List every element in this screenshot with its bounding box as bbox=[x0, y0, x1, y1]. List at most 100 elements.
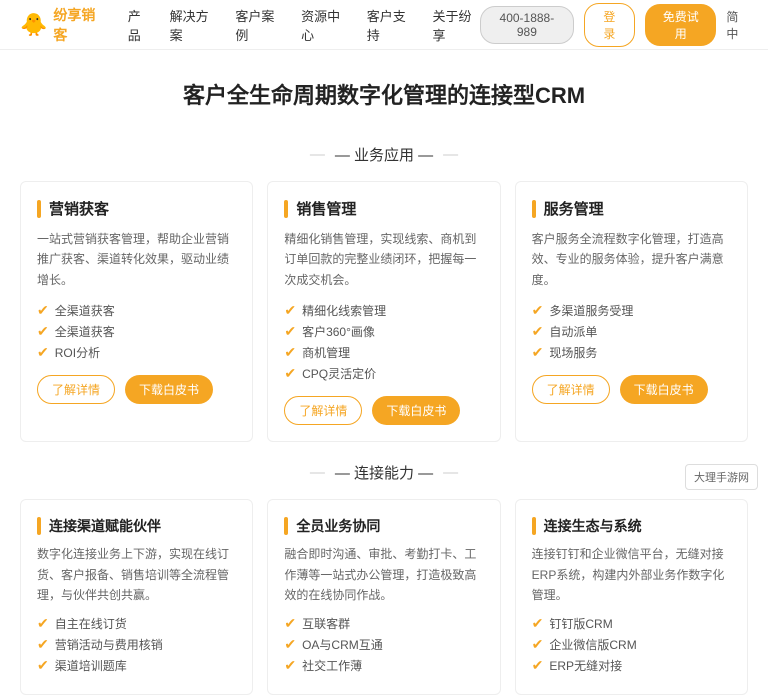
trial-button[interactable]: 免费试用 bbox=[645, 4, 716, 46]
card-marketing-header: 营销获客 bbox=[37, 198, 236, 219]
feature-dot-icon: ✔ bbox=[37, 615, 49, 632]
feature-dot-icon: ✔ bbox=[532, 344, 544, 361]
card-service: 服务管理 客户服务全流程数字化管理，打造高效、专业的服务体验，提升客户满意度。 … bbox=[515, 181, 748, 442]
card-icon-bar bbox=[37, 200, 41, 218]
card-marketing-title: 营销获客 bbox=[49, 198, 109, 219]
nav-links: 产品 解决方案 客户案例 资源中心 客户支持 关于纷享 bbox=[128, 6, 480, 44]
feature-item: ✔精细化线索管理 bbox=[284, 302, 483, 319]
feature-dot-icon: ✔ bbox=[284, 615, 296, 632]
bottom-card-channel-features: ✔自主在线订货 ✔营销活动与费用核销 ✔渠道培训题库 bbox=[37, 615, 236, 674]
logo-icon: 🐥 bbox=[20, 12, 47, 38]
hero-section: 客户全生命周期数字化管理的连接型CRM bbox=[0, 50, 768, 144]
feature-item: ✔现场服务 bbox=[532, 344, 731, 361]
feature-item: ✔客户360°画像 bbox=[284, 323, 483, 340]
business-section: — 业务应用 — 营销获客 一站式营销获客管理，帮助企业营销推广获客、渠道转化效… bbox=[0, 144, 768, 452]
card-marketing-features: ✔全渠道获客 ✔全渠道获客 ✔ROI分析 bbox=[37, 302, 236, 361]
card-sales: 销售管理 精细化销售管理，实现线索、商机到订单回款的完整业绩闭环，把握每一次成交… bbox=[267, 181, 500, 442]
feature-item: ✔企业微信版CRM bbox=[532, 636, 731, 653]
navbar-left: 🐥 纷享销客 产品 解决方案 客户案例 资源中心 客户支持 关于纷享 bbox=[20, 5, 480, 45]
logo[interactable]: 🐥 纷享销客 bbox=[20, 5, 104, 45]
feature-item: ✔商机管理 bbox=[284, 344, 483, 361]
card-icon-bar bbox=[284, 200, 288, 218]
feature-dot-icon: ✔ bbox=[284, 365, 296, 382]
card-icon-bar bbox=[37, 517, 41, 535]
feature-item: ✔多渠道服务受理 bbox=[532, 302, 731, 319]
login-button[interactable]: 登录 bbox=[584, 3, 636, 47]
service-detail-button[interactable]: 了解详情 bbox=[532, 375, 610, 404]
marketing-detail-button[interactable]: 了解详情 bbox=[37, 375, 115, 404]
bottom-card-collab-desc: 融合即时沟通、审批、考勤打卡、工作薄等一站式办公管理，打造极致高效的在线协同作战… bbox=[284, 544, 483, 605]
feature-item: ✔渠道培训题库 bbox=[37, 657, 236, 674]
bottom-card-collab-title: 全员业务协同 bbox=[296, 516, 380, 536]
card-icon-bar bbox=[532, 200, 536, 218]
feature-dot-icon: ✔ bbox=[37, 657, 49, 674]
feature-dot-icon: ✔ bbox=[37, 344, 49, 361]
phone-button[interactable]: 400-1888-989 bbox=[480, 6, 573, 44]
card-sales-actions: 了解详情 下载白皮书 bbox=[284, 396, 483, 425]
feature-dot-icon: ✔ bbox=[532, 615, 544, 632]
feature-item: ✔钉钉版CRM bbox=[532, 615, 731, 632]
feature-dot-icon: ✔ bbox=[532, 636, 544, 653]
feature-item: ✔全渠道获客 bbox=[37, 323, 236, 340]
nav-item-about[interactable]: 关于纷享 bbox=[433, 6, 481, 44]
card-service-desc: 客户服务全流程数字化管理，打造高效、专业的服务体验，提升客户满意度。 bbox=[532, 229, 731, 290]
feature-dot-icon: ✔ bbox=[37, 302, 49, 319]
navbar: 🐥 纷享销客 产品 解决方案 客户案例 资源中心 客户支持 关于纷享 400-1… bbox=[0, 0, 768, 50]
nav-item-resources[interactable]: 资源中心 bbox=[301, 6, 349, 44]
bottom-card-channel-title: 连接渠道赋能伙伴 bbox=[49, 516, 161, 536]
bottom-card-collab-features: ✔互联客群 ✔OA与CRM互通 ✔社交工作薄 bbox=[284, 615, 483, 674]
card-service-header: 服务管理 bbox=[532, 198, 731, 219]
bottom-card-collab: 全员业务协同 融合即时沟通、审批、考勤打卡、工作薄等一站式办公管理，打造极致高效… bbox=[267, 499, 500, 695]
feature-dot-icon: ✔ bbox=[532, 657, 544, 674]
card-service-title: 服务管理 bbox=[544, 198, 604, 219]
feature-dot-icon: ✔ bbox=[532, 302, 544, 319]
bottom-card-ecosystem: 连接生态与系统 连接钉钉和企业微信平台，无缝对接ERP系统，构建内外部业务作数字… bbox=[515, 499, 748, 695]
feature-item: ✔OA与CRM互通 bbox=[284, 636, 483, 653]
card-sales-desc: 精细化销售管理，实现线索、商机到订单回款的完整业绩闭环，把握每一次成交机会。 bbox=[284, 229, 483, 290]
feature-dot-icon: ✔ bbox=[284, 323, 296, 340]
card-sales-features: ✔精细化线索管理 ✔客户360°画像 ✔商机管理 ✔CPQ灵活定价 bbox=[284, 302, 483, 382]
cards-grid: 营销获客 一站式营销获客管理，帮助企业营销推广获客、渠道转化效果，驱动业绩增长。… bbox=[20, 181, 748, 442]
card-icon-bar bbox=[284, 517, 288, 535]
navbar-right: 400-1888-989 登录 免费试用 简中 bbox=[480, 3, 748, 47]
nav-item-support[interactable]: 客户支持 bbox=[367, 6, 415, 44]
bottom-card-ecosystem-features: ✔钉钉版CRM ✔企业微信版CRM ✔ERP无缝对接 bbox=[532, 615, 731, 674]
card-icon-bar bbox=[532, 517, 536, 535]
feature-dot-icon: ✔ bbox=[284, 657, 296, 674]
sales-whitepaper-button[interactable]: 下载白皮书 bbox=[372, 396, 460, 425]
feature-dot-icon: ✔ bbox=[37, 323, 49, 340]
connection-section: — 连接能力 — 连接渠道赋能伙伴 数字化连接业务上下游，实现在线订货、客户报备… bbox=[0, 452, 768, 695]
bottom-card-ecosystem-desc: 连接钉钉和企业微信平台，无缝对接ERP系统，构建内外部业务作数字化管理。 bbox=[532, 544, 731, 605]
card-marketing-desc: 一站式营销获客管理，帮助企业营销推广获客、渠道转化效果，驱动业绩增长。 bbox=[37, 229, 236, 290]
watermark: 大理手游网 bbox=[685, 464, 758, 490]
feature-dot-icon: ✔ bbox=[532, 323, 544, 340]
feature-item: ✔ROI分析 bbox=[37, 344, 236, 361]
bottom-card-channel-desc: 数字化连接业务上下游，实现在线订货、客户报备、销售培训等全流程管理，与伙伴共创共… bbox=[37, 544, 236, 605]
sales-detail-button[interactable]: 了解详情 bbox=[284, 396, 362, 425]
nav-item-solutions[interactable]: 解决方案 bbox=[170, 6, 218, 44]
card-marketing: 营销获客 一站式营销获客管理，帮助企业营销推广获客、渠道转化效果，驱动业绩增长。… bbox=[20, 181, 253, 442]
bottom-card-channel-header: 连接渠道赋能伙伴 bbox=[37, 516, 236, 536]
feature-item: ✔CPQ灵活定价 bbox=[284, 365, 483, 382]
bottom-card-ecosystem-header: 连接生态与系统 bbox=[532, 516, 731, 536]
card-sales-title: 销售管理 bbox=[296, 198, 356, 219]
bottom-card-collab-header: 全员业务协同 bbox=[284, 516, 483, 536]
language-selector[interactable]: 简中 bbox=[726, 8, 748, 42]
nav-item-cases[interactable]: 客户案例 bbox=[235, 6, 283, 44]
feature-item: ✔营销活动与费用核销 bbox=[37, 636, 236, 653]
section2-title: — 连接能力 — bbox=[20, 462, 748, 483]
card-service-features: ✔多渠道服务受理 ✔自动派单 ✔现场服务 bbox=[532, 302, 731, 361]
hero-title: 客户全生命周期数字化管理的连接型CRM bbox=[0, 78, 768, 110]
feature-item: ✔互联客群 bbox=[284, 615, 483, 632]
nav-item-products[interactable]: 产品 bbox=[128, 6, 152, 44]
marketing-whitepaper-button[interactable]: 下载白皮书 bbox=[125, 375, 213, 404]
feature-dot-icon: ✔ bbox=[284, 636, 296, 653]
bottom-card-ecosystem-title: 连接生态与系统 bbox=[544, 516, 642, 536]
logo-text: 纷享销客 bbox=[53, 5, 103, 45]
feature-dot-icon: ✔ bbox=[37, 636, 49, 653]
feature-item: ✔自主在线订货 bbox=[37, 615, 236, 632]
service-whitepaper-button[interactable]: 下载白皮书 bbox=[620, 375, 708, 404]
card-sales-header: 销售管理 bbox=[284, 198, 483, 219]
bottom-cards-grid: 连接渠道赋能伙伴 数字化连接业务上下游，实现在线订货、客户报备、销售培训等全流程… bbox=[20, 499, 748, 695]
feature-item: ✔ERP无缝对接 bbox=[532, 657, 731, 674]
